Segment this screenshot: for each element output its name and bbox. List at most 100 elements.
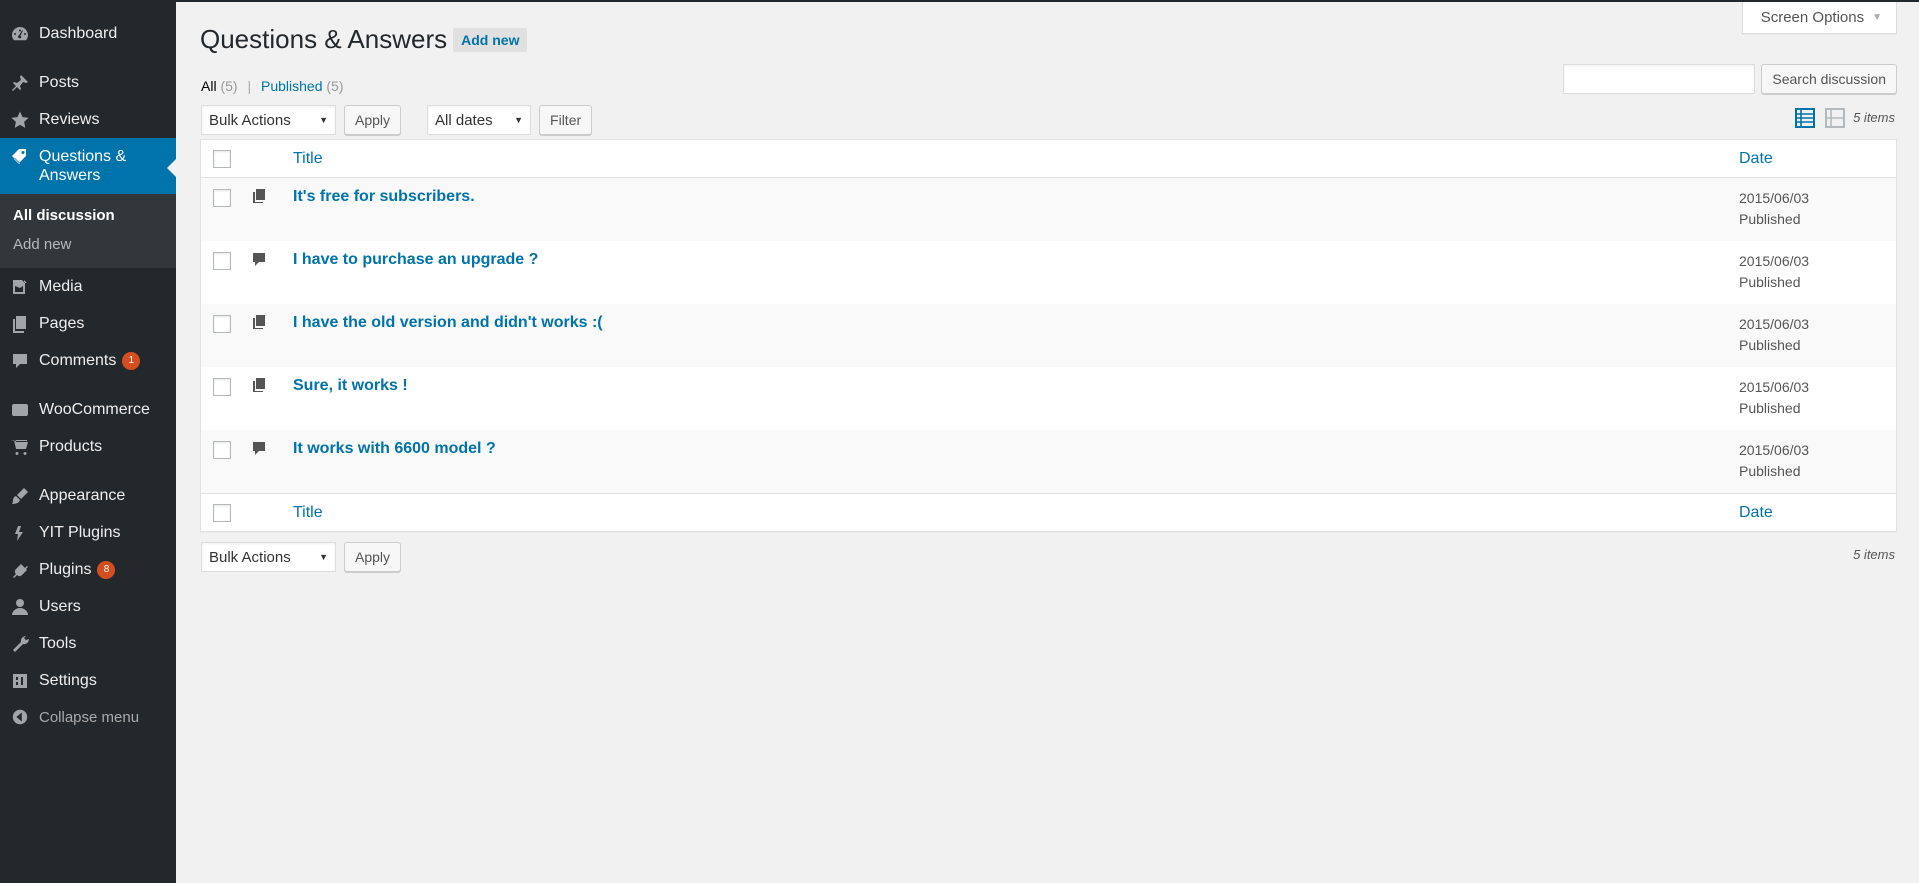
screen-options-label: Screen Options: [1760, 9, 1865, 26]
sidebar-item-label: Dashboard: [39, 25, 118, 42]
dropdown-arrow-icon: ▼: [319, 552, 328, 562]
bulk-actions-select[interactable]: Bulk Actions ▼: [201, 542, 336, 572]
sidebar-item-pages[interactable]: Pages: [0, 305, 176, 342]
row-checkbox[interactable]: [213, 441, 231, 459]
row-date: 2015/06/03 Published: [1739, 316, 1810, 353]
star-icon: [0, 110, 39, 130]
row-checkbox[interactable]: [213, 189, 231, 207]
sidebar-item-questions-answers[interactable]: Questions & Answers: [0, 138, 176, 194]
row-title-link[interactable]: I have the old version and didn't works …: [293, 314, 603, 332]
sidebar-item-label: Reviews: [39, 111, 100, 128]
main-content: Screen Options ▼ Questions & Answers Add…: [176, 2, 1919, 883]
table-row: I have the old version and didn't works …: [201, 304, 1896, 367]
sidebar-item-label: Settings: [39, 672, 97, 689]
admin-sidebar: Dashboard Posts Reviews Questions & Answ…: [0, 0, 176, 883]
title-column-header[interactable]: Title: [293, 150, 323, 168]
filter-published-link[interactable]: Published (5): [261, 78, 344, 94]
row-title-link[interactable]: I have to purchase an upgrade ?: [293, 251, 538, 269]
sidebar-item-label: WooCommerce: [39, 401, 150, 418]
woo-icon: [0, 400, 39, 420]
view-switch: [1795, 107, 1845, 134]
screen-options-button[interactable]: Screen Options ▼: [1741, 2, 1897, 34]
row-checkbox[interactable]: [213, 252, 231, 270]
sidebar-item-label: Users: [39, 598, 81, 615]
title-column-header[interactable]: Title: [293, 504, 323, 522]
row-title-link[interactable]: It works with 6600 model ?: [293, 440, 496, 458]
sidebar-item-posts[interactable]: Posts: [0, 64, 176, 101]
sidebar-item-media[interactable]: Media: [0, 268, 176, 305]
filter-all-link[interactable]: All (5): [201, 78, 238, 94]
row-checkbox[interactable]: [213, 378, 231, 396]
sidebar-item-products[interactable]: Products: [0, 428, 176, 465]
items-count: 5 items: [1853, 547, 1895, 562]
pin-icon: [0, 73, 39, 93]
brush-icon: [0, 486, 39, 506]
dropdown-arrow-icon: ▼: [514, 115, 524, 125]
filter-button[interactable]: Filter: [539, 105, 593, 135]
page-title: Questions & Answers: [200, 24, 448, 54]
row-title-link[interactable]: Sure, it works !: [293, 377, 408, 395]
sidebar-item-label: Media: [39, 278, 83, 295]
yit-icon: [0, 523, 39, 543]
sidebar-item-settings[interactable]: Settings: [0, 662, 176, 699]
row-date: 2015/06/03 Published: [1739, 442, 1810, 479]
collapse-menu-button[interactable]: Collapse menu: [0, 699, 176, 735]
sidebar-item-label: Plugins 8: [39, 560, 116, 579]
list-view-icon[interactable]: [1795, 107, 1815, 134]
sidebar-item-dashboard[interactable]: Dashboard: [0, 15, 176, 52]
sidebar-item-reviews[interactable]: Reviews: [0, 101, 176, 138]
select-all-checkbox[interactable]: [213, 149, 231, 168]
date-column-header[interactable]: Date: [1739, 150, 1773, 168]
apply-button[interactable]: Apply: [344, 542, 402, 572]
comments-count-badge: 1: [122, 352, 141, 370]
tablenav-top: Bulk Actions ▼ Apply All dates ▼ Filter: [201, 105, 593, 135]
user-icon: [0, 597, 39, 617]
submenu-add-new[interactable]: Add new: [0, 231, 176, 260]
sidebar-item-plugins[interactable]: Plugins 8: [0, 551, 176, 588]
answer-icon: [251, 314, 267, 330]
sidebar-item-users[interactable]: Users: [0, 588, 176, 625]
dates-filter-select[interactable]: All dates ▼: [427, 105, 532, 135]
row-date: 2015/06/03 Published: [1739, 190, 1810, 227]
status-filter-links: All (5) | Published (5): [201, 78, 344, 94]
apply-button[interactable]: Apply: [344, 105, 402, 135]
sidebar-item-label: Tools: [39, 635, 77, 652]
table-row: It works with 6600 model ? 2015/06/03 Pub…: [201, 430, 1896, 493]
date-column-header[interactable]: Date: [1739, 504, 1773, 522]
pages-icon: [0, 314, 39, 334]
row-title-link[interactable]: It's free for subscribers.: [293, 188, 475, 206]
tablenav-bottom: Bulk Actions ▼ Apply: [201, 542, 402, 572]
row-checkbox[interactable]: [213, 315, 231, 333]
bulk-actions-select[interactable]: Bulk Actions ▼: [201, 105, 336, 135]
settings-icon: [0, 671, 39, 691]
search-discussion-button[interactable]: Search discussion: [1761, 64, 1897, 94]
select-all-checkbox[interactable]: [213, 503, 231, 522]
dropdown-arrow-icon: ▼: [319, 115, 328, 125]
sidebar-item-yit-plugins[interactable]: YIT Plugins: [0, 514, 176, 551]
collapse-icon: [0, 708, 39, 726]
sidebar-item-appearance[interactable]: Appearance: [0, 477, 176, 514]
sidebar-item-tools[interactable]: Tools: [0, 625, 176, 662]
question-icon: [251, 251, 267, 267]
add-new-button[interactable]: Add new: [453, 27, 528, 52]
excerpt-view-icon[interactable]: [1825, 107, 1845, 134]
sidebar-submenu: All discussion Add new: [0, 194, 176, 268]
submenu-all-discussion[interactable]: All discussion: [0, 202, 176, 231]
plugins-update-badge: 8: [97, 561, 116, 579]
answer-icon: [251, 188, 267, 204]
sidebar-item-label: YIT Plugins: [39, 524, 121, 541]
filter-divider: |: [247, 78, 252, 94]
search-box: Search discussion: [1563, 64, 1897, 94]
sidebar-item-woocommerce[interactable]: WooCommerce: [0, 391, 176, 428]
sidebar-item-comments[interactable]: Comments 1: [0, 342, 176, 379]
wrench-icon: [0, 634, 39, 654]
comment-icon: [0, 351, 39, 371]
sidebar-item-label: Questions & Answers: [39, 148, 127, 184]
dashboard-icon: [0, 24, 39, 44]
table-row: It's free for subscribers. 2015/06/03 Pub…: [201, 178, 1896, 241]
row-date: 2015/06/03 Published: [1739, 379, 1810, 416]
search-input[interactable]: [1563, 64, 1756, 94]
items-count: 5 items: [1853, 110, 1895, 125]
media-icon: [0, 277, 39, 297]
collapse-label: Collapse menu: [39, 708, 140, 726]
